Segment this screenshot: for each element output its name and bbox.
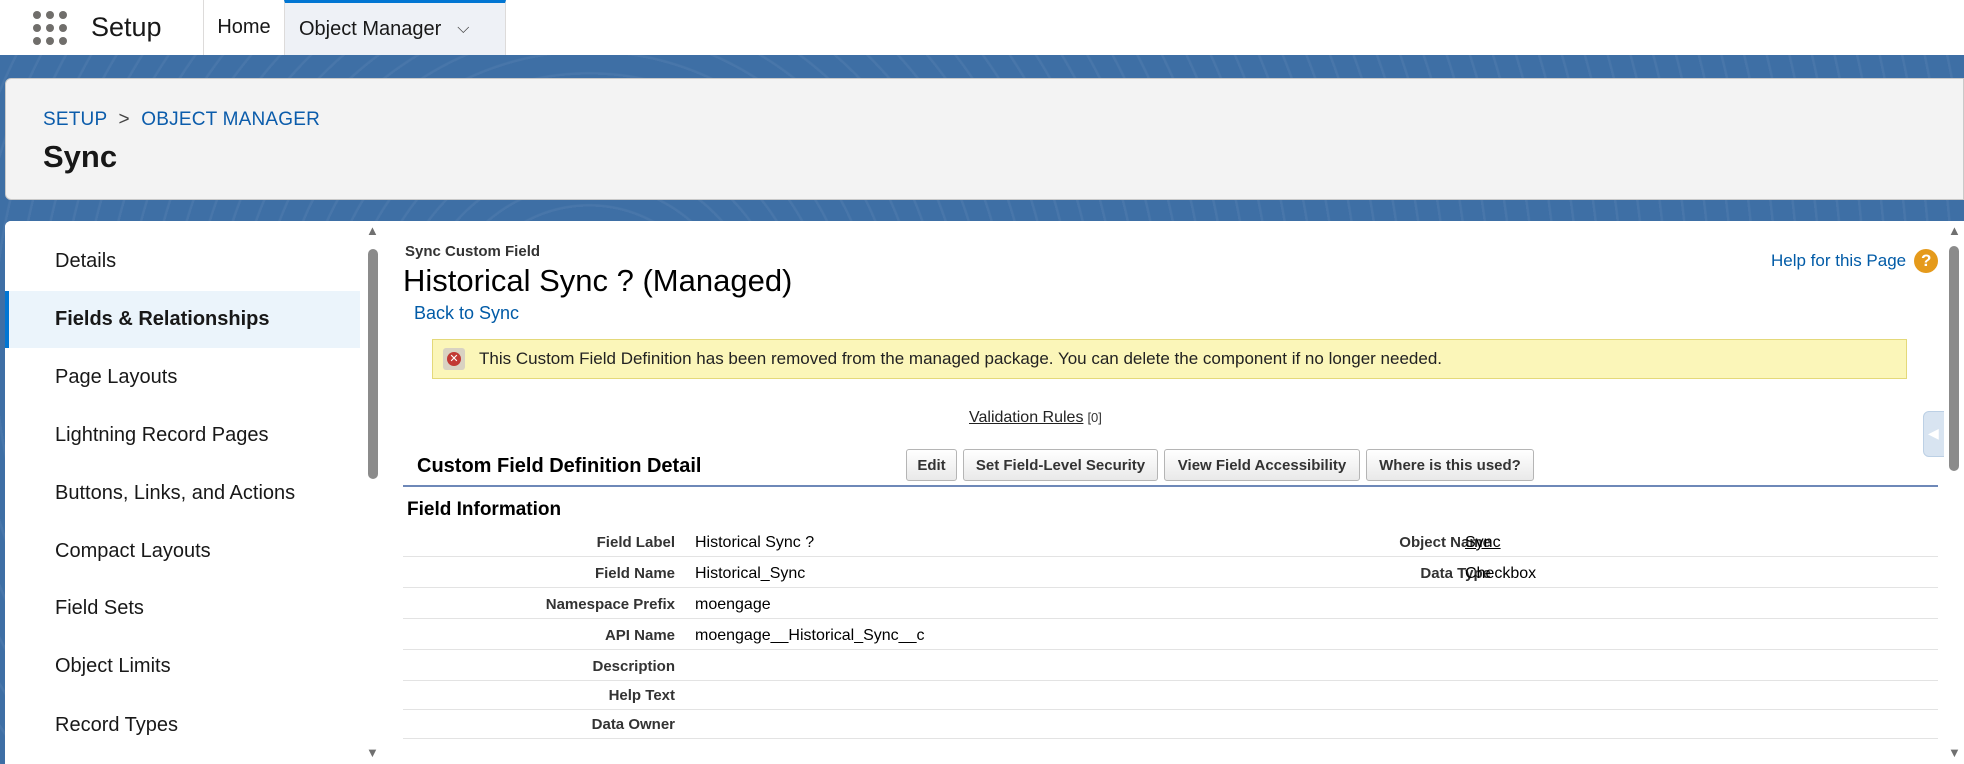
section-header: Custom Field Definition Detail Edit Set … <box>403 445 1938 487</box>
app-launcher-icon[interactable] <box>25 0 75 55</box>
scroll-up-icon[interactable]: ▲ <box>1948 223 1961 238</box>
scroll-up-icon[interactable]: ▲ <box>366 223 379 238</box>
subsection-title: Field Information <box>407 499 562 520</box>
alert-message: This Custom Field Definition has been re… <box>479 349 1442 368</box>
breadcrumb-object-manager[interactable]: OBJECT MANAGER <box>141 109 320 130</box>
chevron-left-icon: ◀ <box>1928 425 1939 441</box>
field-label-label: Field Label <box>596 534 675 551</box>
detail-row: Field Label Historical Sync ? Object Nam… <box>403 526 1938 557</box>
edit-button[interactable]: Edit <box>906 449 957 481</box>
where-is-this-used-button[interactable]: Where is this used? <box>1366 449 1534 481</box>
sidebar-scroll-thumb[interactable] <box>368 249 378 479</box>
help-link-label: Help for this Page <box>1771 251 1907 270</box>
content-scroll-thumb[interactable] <box>1949 246 1959 471</box>
sidebar-item-page-layouts[interactable]: Page Layouts <box>5 349 360 406</box>
section-title: Custom Field Definition Detail <box>417 455 702 477</box>
breadcrumb-separator: > <box>118 109 130 130</box>
sidebar-item-fields-relationships[interactable]: Fields & Relationships <box>5 291 360 348</box>
record-type-label: Sync Custom Field <box>405 243 541 260</box>
sidebar-scrollbar[interactable]: ▲ ▼ <box>363 221 381 764</box>
data-owner-label: Data Owner <box>591 716 675 733</box>
app-name: Setup <box>91 12 162 42</box>
sidebar-item-field-sets[interactable]: Field Sets <box>5 580 360 637</box>
data-type-value: Checkbox <box>1465 565 1537 582</box>
sidebar-item-object-limits[interactable]: Object Limits <box>5 638 360 695</box>
data-type-label: Data Type <box>1420 565 1491 582</box>
help-icon: ? <box>1914 249 1939 273</box>
validation-rules-count: [0] <box>1087 410 1102 425</box>
page-header: SETUP > OBJECT MANAGER Sync <box>5 78 1964 200</box>
global-header: Setup Home Object Manager ⌵ <box>0 0 1964 55</box>
api-name-value: moengage__Historical_Sync__c <box>695 627 925 644</box>
sidebar-item-record-types[interactable]: Record Types <box>5 697 360 754</box>
error-icon: ✕ <box>443 348 465 370</box>
view-field-accessibility-button[interactable]: View Field Accessibility <box>1164 449 1360 481</box>
sidebar-item-lightning-record-pages[interactable]: Lightning Record Pages <box>5 407 360 464</box>
field-label-value: Historical Sync ? <box>695 534 815 551</box>
back-to-sync-link[interactable]: Back to Sync <box>414 303 519 324</box>
scroll-down-icon[interactable]: ▼ <box>1948 745 1961 760</box>
detail-row: API Name moengage__Historical_Sync__c <box>403 619 1938 650</box>
field-name-label: Field Name <box>594 565 675 582</box>
object-name-label: Object Name <box>1399 534 1491 551</box>
main-panel: Details Fields & Relationships Page Layo… <box>5 221 1964 764</box>
breadcrumb: SETUP > OBJECT MANAGER <box>43 109 320 131</box>
help-text-label: Help Text <box>608 687 675 704</box>
content-scrollbar[interactable]: ▲ ▼ <box>1944 221 1964 764</box>
object-sidebar: Details Fields & Relationships Page Layo… <box>5 221 360 764</box>
namespace-prefix-label: Namespace Prefix <box>545 596 675 613</box>
field-name-value: Historical_Sync <box>695 565 806 582</box>
page-title: Sync <box>43 139 118 174</box>
sidebar-item-compact-layouts[interactable]: Compact Layouts <box>5 523 360 580</box>
tab-home[interactable]: Home <box>203 0 284 55</box>
help-for-page-link[interactable]: Help for this Page ? <box>1771 249 1939 273</box>
detail-row: Description <box>403 650 1938 681</box>
validation-rules-link[interactable]: Validation Rules <box>969 409 1083 426</box>
description-label: Description <box>592 658 675 675</box>
tab-object-manager-label: Object Manager <box>299 17 442 40</box>
detail-row: Data Owner <box>403 708 1938 739</box>
sidebar-item-details[interactable]: Details <box>5 233 360 290</box>
breadcrumb-setup[interactable]: SETUP <box>43 109 107 130</box>
chevron-down-icon[interactable]: ⌵ <box>457 20 469 38</box>
namespace-prefix-value: moengage <box>695 596 771 613</box>
sidebar-item-buttons-links-actions[interactable]: Buttons, Links, and Actions <box>5 465 360 522</box>
set-field-level-security-button[interactable]: Set Field-Level Security <box>963 449 1158 481</box>
managed-package-alert: ✕ This Custom Field Definition has been … <box>432 339 1907 379</box>
detail-row: Field Name Historical_Sync Data Type Che… <box>403 557 1938 588</box>
api-name-label: API Name <box>604 627 675 644</box>
record-title: Historical Sync ? (Managed) <box>403 263 793 298</box>
related-list-link[interactable]: Validation Rules [0] <box>969 409 1102 427</box>
detail-row: Help Text <box>403 679 1938 710</box>
field-detail-content: Sync Custom Field Historical Sync ? (Man… <box>385 221 1945 764</box>
tab-object-manager[interactable]: Object Manager ⌵ <box>284 0 506 55</box>
scroll-down-icon[interactable]: ▼ <box>366 745 379 760</box>
object-name-link[interactable]: Sync <box>1465 534 1501 552</box>
detail-row: Namespace Prefix moengage <box>403 588 1938 619</box>
